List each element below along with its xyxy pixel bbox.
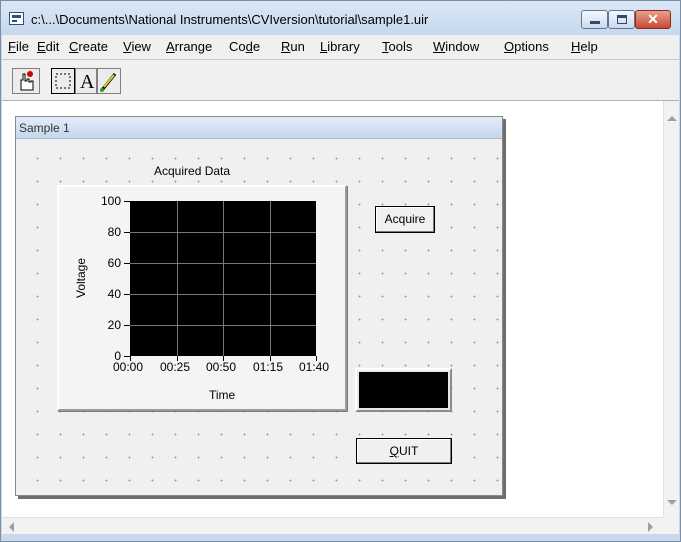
menu-code-label: e: [252, 39, 261, 54]
y-tick-label: 40: [107, 287, 121, 301]
menu-options-label: ptions: [514, 39, 549, 54]
menu-create[interactable]: Create: [69, 39, 108, 54]
y-tick-mark: [124, 201, 130, 202]
menu-view[interactable]: View: [123, 39, 151, 54]
color-tool-button[interactable]: [97, 68, 121, 94]
window-bottom-border: [1, 534, 680, 541]
close-button[interactable]: ✕: [635, 10, 671, 29]
menu-create-label: reate: [78, 39, 109, 54]
minimize-button[interactable]: [581, 10, 608, 29]
color-brush-icon: [100, 73, 117, 92]
maximize-button[interactable]: [608, 10, 635, 29]
resize-grip[interactable]: [663, 517, 679, 534]
horizontal-scrollbar[interactable]: [2, 517, 663, 534]
acquire-button[interactable]: Acquire: [375, 206, 435, 233]
numeric-display: [359, 372, 448, 408]
scroll-up-icon[interactable]: [667, 116, 677, 121]
scroll-down-icon[interactable]: [667, 500, 677, 505]
menu-library-label: ibrary: [327, 39, 360, 54]
menu-tools[interactable]: Tools: [382, 39, 412, 54]
menu-code-label-pre: Co: [229, 39, 246, 54]
menu-help-mnemonic: H: [571, 39, 581, 54]
menu-bar: File Edit Create View Arrange Code Run L…: [2, 35, 679, 59]
menu-file-label: ile: [15, 39, 29, 54]
menu-edit-label: dit: [45, 39, 60, 54]
y-tick-label: 80: [107, 225, 121, 239]
x-tick-label: 01:15: [253, 360, 284, 374]
menu-code[interactable]: Code: [229, 39, 260, 54]
menu-create-mnemonic: C: [69, 39, 79, 54]
y-tick-label: 20: [107, 318, 121, 332]
window-title: c:\...\Documents\National Instruments\CV…: [31, 12, 429, 27]
menu-options-mnemonic: O: [504, 39, 515, 54]
menu-options[interactable]: Options: [504, 39, 549, 54]
y-tick-label: 100: [100, 194, 121, 208]
y-axis-title: Voltage: [74, 257, 89, 299]
menu-help[interactable]: Help: [571, 39, 598, 54]
text-tool-button[interactable]: A: [75, 68, 97, 94]
select-tool-button[interactable]: [51, 68, 75, 94]
minimize-icon: [590, 21, 600, 24]
menu-code-mnemonic: d: [245, 39, 253, 54]
menu-file-mnemonic: F: [8, 39, 16, 54]
x-tick-label: 00:50: [206, 360, 237, 374]
text-tool-icon: A: [80, 71, 95, 93]
toolbar: A: [2, 59, 679, 101]
menu-edit[interactable]: Edit: [37, 39, 59, 54]
graph-title: Acquired Data: [154, 164, 231, 178]
menu-run-mnemonic: R: [281, 39, 291, 54]
menu-file[interactable]: File: [8, 39, 29, 54]
menu-arrange-label: rrange: [174, 39, 213, 54]
quit-label: UIT: [399, 444, 419, 458]
operate-hand-icon: [20, 71, 34, 91]
close-icon: ✕: [647, 11, 659, 27]
vertical-gridline: [270, 201, 271, 356]
y-tick-label: 60: [107, 256, 121, 270]
vertical-gridline: [177, 201, 178, 356]
app-icon: [9, 12, 24, 25]
menu-run-label: un: [290, 39, 305, 54]
select-marquee-icon: [55, 73, 71, 89]
scroll-right-icon[interactable]: [648, 522, 653, 532]
x-tick-label: 00:25: [160, 360, 191, 374]
menu-view-label: iew: [131, 39, 151, 54]
y-tick-mark: [124, 294, 130, 295]
quit-button[interactable]: QUIT: [356, 438, 452, 464]
scroll-left-icon[interactable]: [9, 522, 14, 532]
maximize-icon: [617, 15, 627, 24]
menu-run[interactable]: Run: [281, 39, 305, 54]
operate-tool-button[interactable]: [12, 68, 40, 94]
y-tick-mark: [124, 232, 130, 233]
x-tick-label: 00:00: [113, 360, 144, 374]
main-window: c:\...\Documents\National Instruments\CV…: [0, 0, 681, 542]
menu-window-label: indow: [445, 39, 480, 54]
menu-help-label: elp: [580, 39, 598, 54]
quit-mnemonic: Q: [389, 444, 399, 458]
menu-arrange[interactable]: Arrange: [166, 39, 212, 54]
menu-arrange-mnemonic: A: [166, 39, 175, 54]
vertical-scrollbar[interactable]: [663, 101, 679, 517]
y-tick-mark: [124, 325, 130, 326]
menu-edit-mnemonic: E: [37, 39, 46, 54]
menu-tools-label: ools: [388, 39, 413, 54]
x-axis-title: Time: [209, 388, 236, 402]
y-tick-mark: [124, 263, 130, 264]
panel-title: Sample 1: [19, 121, 70, 135]
panel-title-bar[interactable]: Sample 1: [16, 117, 502, 139]
menu-window-mnemonic: W: [433, 39, 446, 54]
vertical-gridline: [223, 201, 224, 356]
menu-library[interactable]: Library: [320, 39, 360, 54]
x-tick-label: 01:40: [299, 360, 330, 374]
title-bar[interactable]: c:\...\Documents\National Instruments\CV…: [1, 1, 680, 35]
menu-window[interactable]: Window: [433, 39, 479, 54]
